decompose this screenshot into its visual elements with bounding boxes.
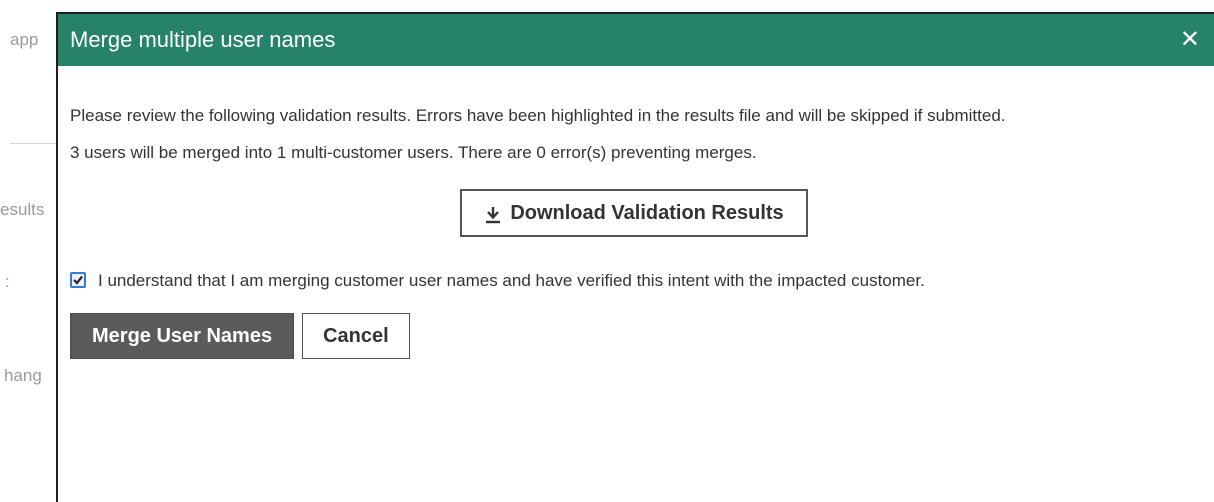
cancel-button[interactable]: Cancel xyxy=(302,313,410,359)
summary-text: 3 users will be merged into 1 multi-cust… xyxy=(70,143,757,162)
background-divider xyxy=(10,143,56,144)
confirm-checkbox[interactable] xyxy=(70,272,86,288)
background-text-fragment: app xyxy=(10,30,39,49)
close-icon[interactable]: ✕ xyxy=(1180,28,1200,52)
confirm-row: I understand that I am merging customer … xyxy=(70,269,1202,292)
background-text-fragment: : xyxy=(5,272,10,291)
merge-dialog: Merge multiple user names ✕ Please revie… xyxy=(56,12,1214,502)
background-text-fragment: esults xyxy=(0,200,45,219)
download-button-label: Download Validation Results xyxy=(510,201,784,224)
background-text-fragment: hang xyxy=(4,366,42,385)
download-icon xyxy=(484,202,502,224)
dialog-body: Please review the following validation r… xyxy=(58,66,1214,359)
dialog-actions: Merge User Names Cancel xyxy=(70,313,1202,359)
download-wrap: Download Validation Results xyxy=(70,189,1202,237)
dialog-header: Merge multiple user names ✕ xyxy=(58,14,1214,66)
download-validation-results-button[interactable]: Download Validation Results xyxy=(460,189,808,237)
dialog-title: Merge multiple user names xyxy=(70,27,336,52)
intro-text: Please review the following validation r… xyxy=(70,106,1006,125)
merge-user-names-button[interactable]: Merge User Names xyxy=(70,313,295,359)
confirm-text: I understand that I am merging customer … xyxy=(98,271,925,290)
